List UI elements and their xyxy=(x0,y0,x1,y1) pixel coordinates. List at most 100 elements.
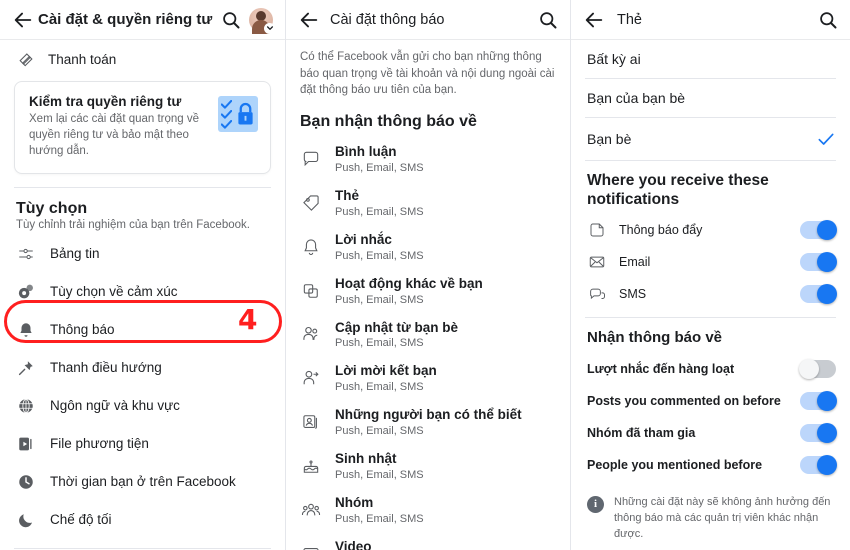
search-icon[interactable] xyxy=(818,10,838,30)
sidebar-item-shortcut-bar[interactable]: Thanh điều hướng xyxy=(0,349,285,387)
sidebar-item-notifications[interactable]: Thông báo xyxy=(0,311,285,349)
people-cards-icon xyxy=(300,411,322,433)
audience-option-friends[interactable]: Bạn bè xyxy=(571,118,850,160)
item-title: Nhóm xyxy=(335,495,374,511)
list-item-birthdays[interactable]: Sinh nhật Push, Email, SMS xyxy=(286,444,570,488)
item-channels: Push, Email, SMS xyxy=(335,249,424,262)
item-channels: Push, Email, SMS xyxy=(335,512,424,525)
list-item-video[interactable]: Video Push, Email, SMS xyxy=(286,532,570,550)
toggle-groups-joined[interactable] xyxy=(800,422,837,443)
channel-row-sms[interactable]: SMS xyxy=(571,278,850,310)
list-item-reminders[interactable]: Lời nhắc Push, Email, SMS xyxy=(286,225,570,269)
page-title: Cài đặt thông báo xyxy=(330,11,445,28)
section-subtitle-options: Tùy chỉnh trải nghiệm của bạn trên Faceb… xyxy=(16,218,250,231)
pref-row-posts-commented[interactable]: Posts you commented on before xyxy=(571,385,850,417)
panel-notification-settings: Cài đặt thông báo Có thể Facebook vẫn gử… xyxy=(285,0,570,550)
globe-icon xyxy=(16,396,36,416)
section-title-notifications-about: Bạn nhận thông báo về xyxy=(300,113,477,131)
item-channels: Push, Email, SMS xyxy=(335,337,424,350)
back-arrow-icon[interactable] xyxy=(298,9,320,31)
three-panel-screenshot: Cài đặt & quyền riêng tư Thanh toán Kiểm… xyxy=(0,0,850,550)
list-item-groups[interactable]: Nhóm Push, Email, SMS xyxy=(286,488,570,532)
audience-option-anyone[interactable]: Bất kỳ ai xyxy=(571,40,850,78)
item-title: Những người bạn có thể biết xyxy=(335,407,522,423)
chevron-down-icon xyxy=(264,22,275,34)
item-channels: Push, Email, SMS xyxy=(335,161,424,174)
sidebar-item-label: Ngôn ngữ và khu vực xyxy=(50,398,180,414)
video-icon xyxy=(300,543,322,550)
sidebar-item-label: Chế độ tối xyxy=(50,512,112,528)
channel-row-email[interactable]: Email xyxy=(571,246,850,278)
section-title-receive: Nhận thông báo về xyxy=(587,328,722,346)
item-title: Lời mời kết bạn xyxy=(335,363,437,379)
toggle-posts-commented[interactable] xyxy=(800,390,837,411)
sidebar-item-label: Bảng tin xyxy=(50,246,100,262)
list-item-payment[interactable]: Thanh toán xyxy=(0,40,285,75)
sliders-icon xyxy=(16,244,36,264)
pref-row-groups-joined[interactable]: Nhóm đã tham gia xyxy=(571,417,850,449)
item-title: Lời nhắc xyxy=(335,231,392,247)
privacy-checkup-card[interactable]: Kiểm tra quyền riêng tư Xem lại các cài … xyxy=(14,81,271,174)
item-title: Bình luận xyxy=(335,144,397,160)
friend-request-icon xyxy=(300,367,322,389)
sidebar-item-label: Thông báo xyxy=(50,322,115,338)
moon-icon xyxy=(16,510,36,530)
audience-label: Bất kỳ ai xyxy=(587,51,641,67)
toggle-knob xyxy=(817,390,837,411)
toggle-bulk-mentions[interactable] xyxy=(799,358,836,379)
bell-icon xyxy=(16,320,36,340)
item-channels: Push, Email, SMS xyxy=(335,205,424,218)
panel3-header: Thẻ xyxy=(571,0,850,40)
toggle-push[interactable] xyxy=(800,219,837,240)
sidebar-item-language[interactable]: Ngôn ngữ và khu vực xyxy=(0,387,285,425)
page-title: Cài đặt & quyền riêng tư xyxy=(38,11,213,28)
sidebar-item-time-on-facebook[interactable]: Thời gian bạn ở trên Facebook xyxy=(0,463,285,501)
avatar[interactable] xyxy=(249,7,275,34)
sidebar-item-label: Tùy chọn về cảm xúc xyxy=(50,284,178,300)
check-icon xyxy=(818,133,834,145)
list-item-tags[interactable]: Thẻ Push, Email, SMS xyxy=(286,181,570,225)
pref-row-people-mentioned[interactable]: People you mentioned before xyxy=(571,449,850,481)
pref-label: Posts you commented on before xyxy=(587,393,781,408)
toggle-email[interactable] xyxy=(800,251,837,272)
sidebar-item-dark-mode[interactable]: Chế độ tối xyxy=(0,501,285,539)
list-item-people-you-may-know[interactable]: Những người bạn có thể biết Push, Email,… xyxy=(286,400,570,444)
list-item-friend-updates[interactable]: Cập nhật từ bạn bè Push, Email, SMS xyxy=(286,313,570,357)
reactions-icon xyxy=(16,282,36,302)
intro-text: Có thể Facebook vẫn gửi cho bạn những th… xyxy=(300,51,555,97)
toggle-sms[interactable] xyxy=(800,283,837,304)
cake-icon xyxy=(300,455,322,477)
back-arrow-icon[interactable] xyxy=(583,9,605,31)
info-note: i Những cài đặt này sẽ không ảnh hưởng đ… xyxy=(571,481,850,543)
item-title: Cập nhật từ bạn bè xyxy=(335,319,459,335)
search-icon[interactable] xyxy=(221,10,241,30)
info-text: Những cài đặt này sẽ không ảnh hưởng đến… xyxy=(614,495,831,540)
panel1-scroll[interactable]: Thanh toán Kiểm tra quyền riêng tư Xem l… xyxy=(0,40,285,550)
list-item-comments[interactable]: Bình luận Push, Email, SMS xyxy=(286,137,570,181)
audience-option-friends-of-friends[interactable]: Bạn của bạn bè xyxy=(571,79,850,117)
sms-icon xyxy=(587,284,607,304)
search-icon[interactable] xyxy=(538,10,558,30)
sidebar-item-news-feed[interactable]: Bảng tin xyxy=(0,235,285,273)
channel-label: Thông báo đẩy xyxy=(619,222,703,237)
list-item-other-activity[interactable]: Hoạt động khác về bạn Push, Email, SMS xyxy=(286,269,570,313)
pref-row-bulk-mentions[interactable]: Lượt nhắc đến hàng loạt xyxy=(571,353,850,385)
clock-icon xyxy=(16,472,36,492)
toggle-people-mentioned[interactable] xyxy=(800,454,837,475)
toggle-knob xyxy=(817,251,837,272)
sidebar-item-reactions[interactable]: Tùy chọn về cảm xúc xyxy=(0,273,285,311)
channel-row-push[interactable]: Thông báo đẩy xyxy=(571,214,850,246)
back-arrow-icon[interactable] xyxy=(12,9,34,31)
panel-settings-privacy: Cài đặt & quyền riêng tư Thanh toán Kiểm… xyxy=(0,0,285,550)
item-channels: Push, Email, SMS xyxy=(335,425,424,438)
pin-icon xyxy=(16,358,36,378)
list-item-friend-requests[interactable]: Lời mời kết bạn Push, Email, SMS xyxy=(286,356,570,400)
toggle-knob xyxy=(817,283,837,304)
sidebar-item-media[interactable]: File phương tiện xyxy=(0,425,285,463)
page-title: Thẻ xyxy=(617,11,642,28)
toggle-knob xyxy=(817,422,837,443)
media-icon xyxy=(16,434,36,454)
toggle-knob xyxy=(817,219,837,240)
push-icon xyxy=(587,220,607,240)
comment-icon xyxy=(300,148,322,170)
